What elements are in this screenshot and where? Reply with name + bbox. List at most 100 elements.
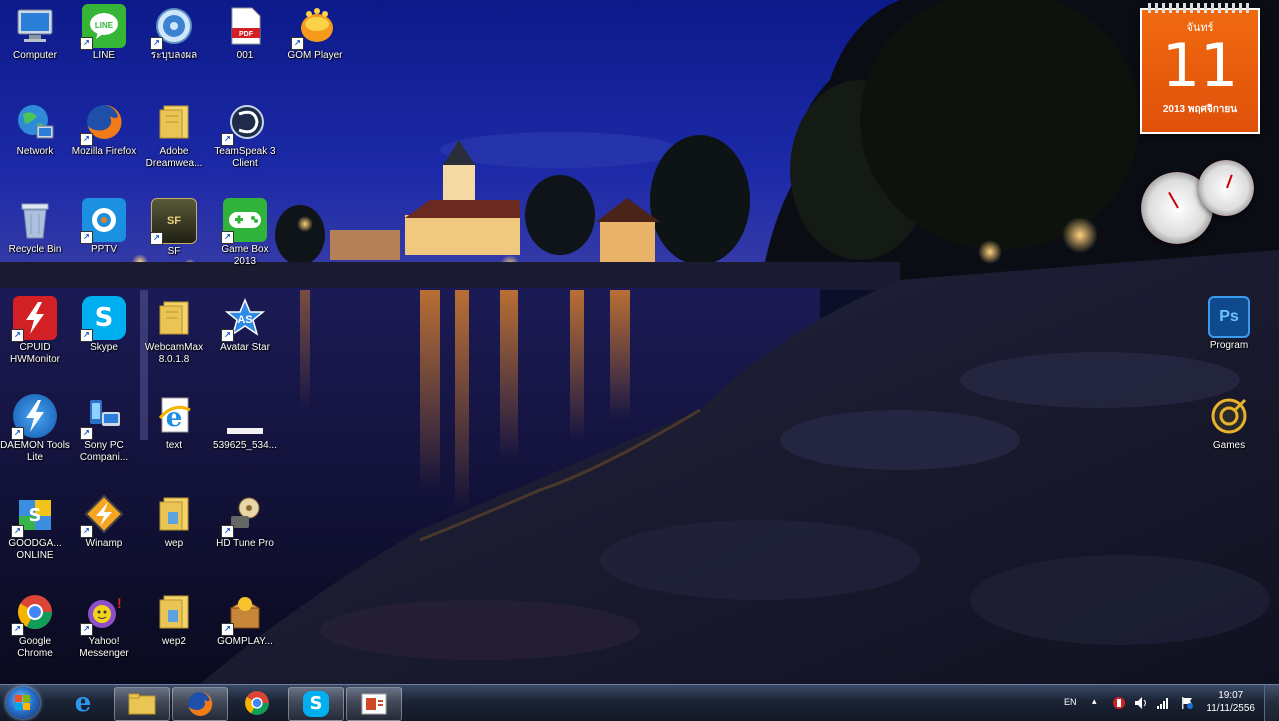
desktop-icon-network-folder[interactable]: ↗ ระบุบลงผล — [139, 4, 209, 62]
desktop-icon-winamp[interactable]: ↗ Winamp — [69, 492, 139, 550]
shortcut-arrow-icon: ↗ — [150, 232, 163, 245]
network-signal-icon[interactable] — [1156, 696, 1170, 710]
desktop-icon-file-001[interactable]: PDF 001 — [210, 4, 280, 62]
desktop-icon-yahoo-messenger[interactable]: ! ↗ Yahoo! Messenger — [69, 590, 139, 660]
shortcut-arrow-icon: ↗ — [80, 231, 93, 244]
desktop-icon-file-539625[interactable]: 539625_534... — [210, 394, 280, 452]
shortcut-arrow-icon: ↗ — [221, 133, 234, 146]
action-center-flag-icon[interactable] — [1180, 696, 1194, 710]
game-box-icon: ↗ — [221, 198, 267, 244]
desktop-icon-recycle-bin[interactable]: Recycle Bin — [0, 198, 70, 256]
shortcut-arrow-icon: ↗ — [80, 525, 93, 538]
shortcut-arrow-icon: ↗ — [11, 623, 24, 636]
cpu-meter-needle — [1168, 191, 1179, 209]
desktop-icon-wep[interactable]: wep — [139, 492, 209, 550]
shortcut-arrow-icon: ↗ — [80, 37, 93, 50]
shortcut-arrow-icon: ↗ — [221, 329, 234, 342]
teamspeak-icon: ↗ — [221, 100, 267, 146]
winamp-icon: ↗ — [80, 492, 126, 538]
security-tray-icon[interactable] — [1112, 696, 1126, 710]
cpuid-icon: ↗ — [11, 296, 57, 342]
desktop-icon-computer[interactable]: Computer — [0, 4, 70, 62]
desktop-icon-webcammax[interactable]: WebcamMax 8.0.1.8 — [139, 296, 209, 366]
desktop-icon-teamspeak[interactable]: ↗ TeamSpeak 3 Client — [210, 100, 280, 170]
gom-player-icon: ↗ — [291, 4, 337, 50]
taskbar-windows-explorer[interactable] — [114, 687, 170, 721]
recycle-bin-icon — [13, 198, 57, 242]
desktop-icon-network[interactable]: Network — [0, 100, 70, 158]
svg-text:!: ! — [117, 595, 122, 611]
desktop-icon-dreamweaver[interactable]: Adobe Dreamwea... — [139, 100, 209, 170]
internet-explorer-icon: e — [74, 688, 92, 718]
calendar-month-year: 2013 พฤศจิกายน — [1162, 104, 1238, 115]
yahoo-messenger-icon: ! ↗ — [80, 590, 126, 636]
desktop-icon-gomplay[interactable]: ↗ GOMPLAY... — [210, 590, 280, 648]
show-hidden-icons-button[interactable]: ▴ — [1092, 696, 1097, 707]
desktop-icon-sony-pc-companion[interactable]: ↗ Sony PC Compani... — [69, 394, 139, 464]
desktop-icon-avatar-star[interactable]: AS ↗ Avatar Star — [210, 296, 280, 354]
internet-explorer-icon: e — [152, 394, 196, 438]
svg-text:AS: AS — [237, 314, 252, 326]
skype-icon: S — [303, 691, 329, 717]
pdf-file-icon: PDF — [223, 4, 267, 48]
avatar-star-icon: AS ↗ — [221, 296, 267, 342]
ram-meter-needle — [1226, 174, 1233, 189]
folder-icon — [152, 296, 196, 340]
desktop-icon-firefox[interactable]: ↗ Mozilla Firefox — [69, 100, 139, 158]
taskbar-skype[interactable]: S — [288, 687, 344, 721]
calendar-day-number: 11 — [1161, 31, 1239, 101]
shortcut-arrow-icon: ↗ — [221, 623, 234, 636]
folder-icon — [152, 590, 196, 634]
taskbar-firefox[interactable] — [172, 687, 228, 721]
desktop-icon-google-chrome[interactable]: ↗ Google Chrome — [0, 590, 70, 660]
firefox-icon — [188, 692, 213, 716]
desktop-icon-line[interactable]: LINE ↗ LINE — [69, 4, 139, 62]
shortcut-arrow-icon: ↗ — [291, 37, 304, 50]
chrome-icon: ↗ — [11, 590, 57, 636]
shortcut-arrow-icon: ↗ — [80, 427, 93, 440]
desktop-icon-gom-player[interactable]: ↗ GOM Player — [280, 4, 350, 62]
desktop-icon-games[interactable]: Games — [1194, 394, 1264, 452]
shortcut-arrow-icon: ↗ — [80, 623, 93, 636]
desktop-icon-goodgame[interactable]: S ↗ GOODGA... ONLINE — [0, 492, 70, 562]
taskbar-internet-explorer[interactable]: e — [56, 687, 110, 719]
taskbar-powerpoint[interactable] — [346, 687, 402, 721]
ram-meter-gadget[interactable] — [1198, 160, 1254, 216]
desktop-icon-skype[interactable]: S ↗ Skype — [69, 296, 139, 354]
desktop-icon-hd-tune-pro[interactable]: ↗ HD Tune Pro — [210, 492, 280, 550]
sf-icon: SF ↗ — [150, 198, 197, 245]
network-globe-icon — [13, 100, 57, 144]
volume-icon[interactable] — [1134, 696, 1148, 710]
desktop-icon-text[interactable]: e text — [139, 394, 209, 452]
calendar-gadget[interactable]: จันทร์ 11 2013 พฤศจิกายน — [1140, 3, 1260, 134]
line-icon: LINE ↗ — [80, 4, 126, 50]
taskbar: e S EN ▴ 19:07 11/11/2556 — [0, 684, 1279, 721]
clock-date: 11/11/2556 — [1206, 703, 1255, 714]
gomplay-icon: ↗ — [221, 590, 267, 636]
taskbar-chrome[interactable] — [230, 687, 284, 719]
shortcut-arrow-icon: ↗ — [80, 133, 93, 146]
desktop-icon-program[interactable]: Ps Program — [1194, 296, 1264, 352]
goodgame-icon: S ↗ — [11, 492, 57, 538]
taskbar-clock[interactable]: 19:07 11/11/2556 — [1206, 689, 1255, 715]
daemon-tools-icon: ↗ — [11, 394, 57, 440]
desktop-icon-cpuid-hwmonitor[interactable]: ↗ CPUID HWMonitor — [0, 296, 70, 366]
chrome-icon — [245, 691, 269, 715]
hd-tune-icon: ↗ — [221, 492, 267, 538]
shortcut-arrow-icon: ↗ — [150, 37, 163, 50]
show-desktop-button[interactable] — [1264, 685, 1279, 721]
desktop-icon-game-box[interactable]: ↗ Game Box 2013 — [210, 198, 280, 268]
desktop-icon-sf[interactable]: SF ↗ SF — [139, 198, 209, 258]
desktop-icon-wep2[interactable]: wep2 — [139, 590, 209, 648]
svg-text:S: S — [29, 505, 42, 526]
calendar-rings — [1148, 3, 1252, 13]
shortcut-arrow-icon: ↗ — [80, 329, 93, 342]
desktop-icon-pptv[interactable]: ↗ PPTV — [69, 198, 139, 256]
skype-icon: S ↗ — [80, 296, 126, 342]
start-button[interactable] — [6, 687, 40, 719]
language-indicator[interactable]: EN — [1064, 697, 1077, 707]
games-icon — [1207, 394, 1251, 438]
desktop-icon-daemon-tools[interactable]: ↗ DAEMON Tools Lite — [0, 394, 70, 464]
shortcut-arrow-icon: ↗ — [221, 525, 234, 538]
folder-icon — [128, 693, 156, 715]
